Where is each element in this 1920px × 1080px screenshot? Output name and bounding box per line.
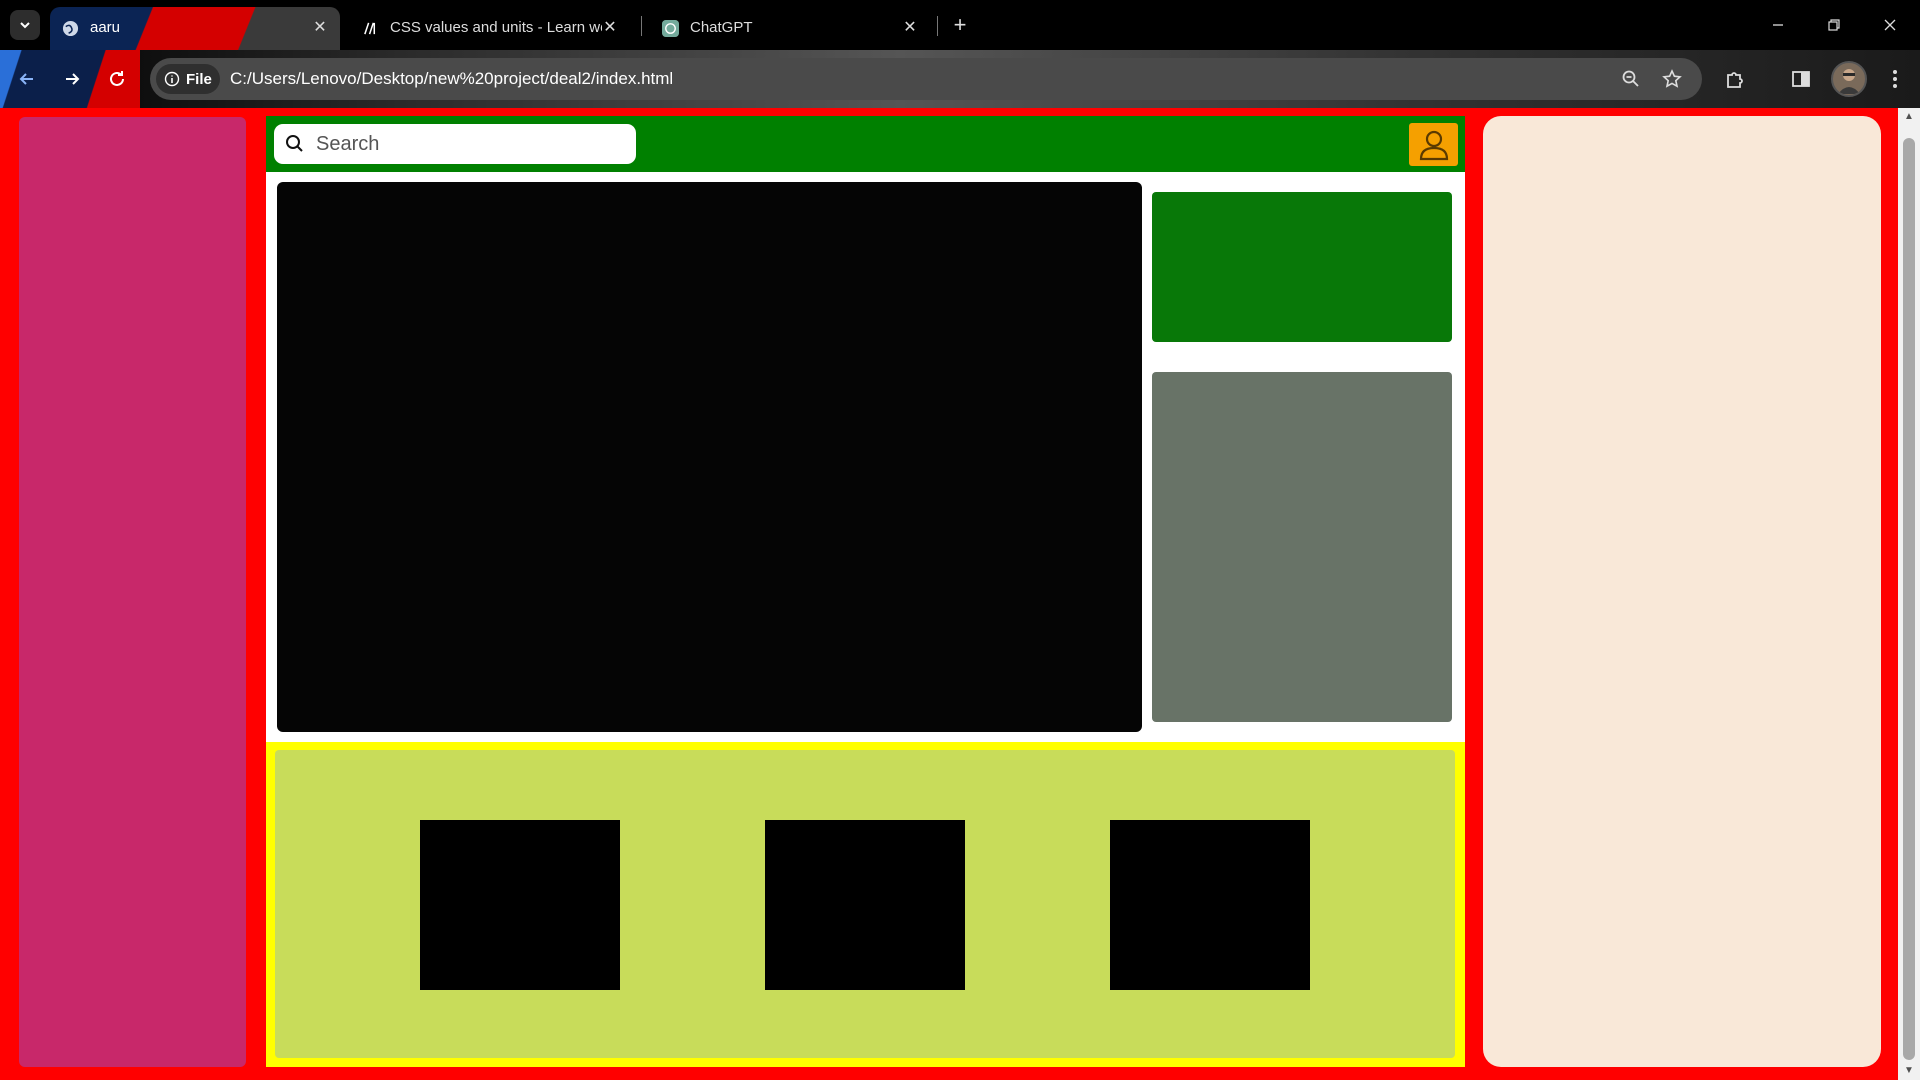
- left-sidebar: [19, 117, 246, 1067]
- tab-chatgpt[interactable]: ChatGPT ✕: [650, 7, 930, 50]
- more-vert-icon: [1893, 70, 1897, 88]
- puzzle-icon: [1727, 72, 1743, 88]
- zoom-button[interactable]: [1620, 68, 1642, 90]
- reload-button[interactable]: [102, 64, 132, 94]
- tab-aaru[interactable]: aaru ✕: [50, 7, 340, 50]
- close-icon[interactable]: ✕: [900, 18, 920, 38]
- close-window-button[interactable]: [1862, 0, 1918, 50]
- side-panel-icon: [1792, 71, 1810, 87]
- mdn-icon: [364, 22, 376, 35]
- scroll-down-arrow[interactable]: ▼: [1898, 1062, 1920, 1080]
- browser-chrome: aaru ✕ CSS values and units - Learn we ✕…: [0, 0, 1920, 108]
- address-bar[interactable]: File C:/Users/Lenovo/Desktop/new%20proje…: [150, 58, 1702, 100]
- forward-button[interactable]: [57, 64, 87, 94]
- user-profile-button[interactable]: [1409, 123, 1458, 166]
- side-card-gray: [1152, 372, 1452, 722]
- bookmark-button[interactable]: [1661, 68, 1683, 90]
- tab-title: aaru: [90, 19, 121, 36]
- search-input[interactable]: [316, 132, 616, 156]
- profile-avatar[interactable]: [1831, 61, 1867, 97]
- side-panel-button[interactable]: [1786, 64, 1816, 94]
- menu-button[interactable]: [1880, 64, 1910, 94]
- chatgpt-icon: [662, 20, 679, 37]
- scrollbar-thumb[interactable]: [1903, 138, 1915, 1060]
- back-button[interactable]: [12, 64, 42, 94]
- arrow-right-icon: [66, 73, 80, 85]
- site-info-chip[interactable]: File: [156, 64, 220, 94]
- right-sidebar: [1483, 116, 1881, 1067]
- bottom-tile-3: [1110, 820, 1310, 990]
- user-icon: [1419, 130, 1448, 160]
- extensions-button[interactable]: [1720, 64, 1750, 94]
- avatar-icon: [1838, 69, 1860, 94]
- tab-separator: [937, 16, 938, 36]
- restore-icon: [1828, 19, 1840, 31]
- close-icon[interactable]: ✕: [600, 18, 620, 38]
- side-card-green: [1152, 192, 1452, 342]
- tab-title: ChatGPT: [690, 19, 753, 36]
- chevron-down-icon: [20, 22, 30, 29]
- restore-button[interactable]: [1806, 0, 1862, 50]
- site-info-label: File: [186, 70, 212, 88]
- close-icon: [1884, 19, 1896, 31]
- minimize-button[interactable]: [1750, 0, 1806, 50]
- page-scrollbar[interactable]: ▲ ▼: [1898, 108, 1920, 1080]
- bottom-tile-1: [420, 820, 620, 990]
- reload-icon: [110, 71, 124, 86]
- zoom-icon: [1622, 70, 1639, 87]
- globe-icon: [62, 20, 79, 37]
- new-tab-button[interactable]: +: [946, 12, 974, 40]
- search-icon: [284, 133, 306, 155]
- tab-separator: [641, 16, 642, 36]
- tab-search-button[interactable]: [10, 10, 40, 40]
- info-icon: [164, 71, 180, 87]
- star-icon: [1662, 69, 1682, 88]
- scroll-up-arrow[interactable]: ▲: [1898, 108, 1920, 126]
- video-area[interactable]: [277, 182, 1142, 732]
- arrow-left-icon: [19, 73, 33, 85]
- tab-title: CSS values and units - Learn we: [390, 19, 602, 36]
- tab-css-values[interactable]: CSS values and units - Learn we ✕: [350, 7, 630, 50]
- url-text[interactable]: C:/Users/Lenovo/Desktop/new%20project/de…: [230, 69, 673, 89]
- search-box[interactable]: [274, 124, 636, 164]
- close-icon[interactable]: ✕: [310, 18, 330, 38]
- bottom-tile-2: [765, 820, 965, 990]
- minimize-icon: [1773, 24, 1783, 26]
